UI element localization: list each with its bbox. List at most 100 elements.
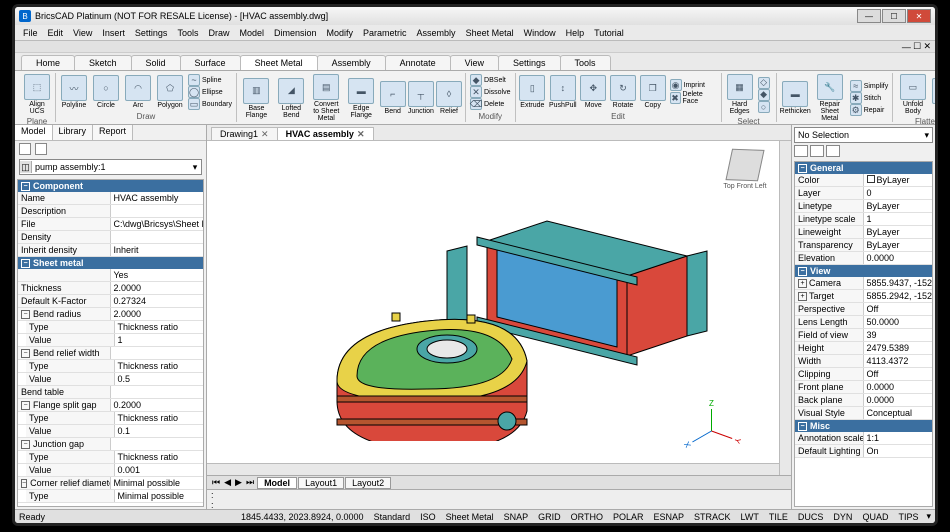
toggle-strack[interactable]: STRACK xyxy=(692,512,733,522)
property-row[interactable]: Height2479.5389 xyxy=(795,342,932,355)
lefttab-library[interactable]: Library xyxy=(53,125,94,140)
lefttab-report[interactable]: Report xyxy=(93,125,133,140)
property-row[interactable]: Visual StyleConceptual xyxy=(795,407,932,420)
property-row[interactable]: Layer0 xyxy=(795,187,932,200)
ribbontab-sketch[interactable]: Sketch xyxy=(74,55,132,70)
horizontal-scrollbar[interactable] xyxy=(207,463,779,475)
menu-dimension[interactable]: Dimension xyxy=(269,28,322,38)
tree-icon[interactable] xyxy=(19,143,31,155)
property-row[interactable]: TypeThickness ratio xyxy=(18,321,203,334)
rsection-view[interactable]: −View xyxy=(795,265,932,277)
toggle-snap[interactable]: SNAP xyxy=(502,512,531,522)
lefttab-model[interactable]: Model xyxy=(15,125,53,140)
ribbontab-sheet-metal[interactable]: Sheet Metal xyxy=(240,55,318,70)
toggle-ducs[interactable]: DUCS xyxy=(796,512,826,522)
ribbon-dissolve[interactable]: ✕Dissolve xyxy=(469,86,511,98)
menu-file[interactable]: File xyxy=(18,28,43,38)
ribbon-repair[interactable]: ⚙Repair xyxy=(849,104,890,116)
property-row[interactable]: ClippingOff xyxy=(795,368,932,381)
ribbon-polyline[interactable]: 〰Polyline xyxy=(59,74,89,110)
ribbontab-home[interactable]: Home xyxy=(21,55,75,70)
ribbon-delete-face[interactable]: ✖Delete Face xyxy=(669,91,718,105)
menu-parametric[interactable]: Parametric xyxy=(358,28,412,38)
layout-nav[interactable]: ▶ xyxy=(233,477,244,488)
property-row[interactable]: TypeThickness ratio xyxy=(18,360,203,373)
property-row[interactable]: Density xyxy=(18,231,203,244)
ribbon-rethicken[interactable]: ▬Rethicken xyxy=(780,80,811,116)
ribbon-arc[interactable]: ◠Arc xyxy=(123,74,153,110)
property-row[interactable]: Value0.1 xyxy=(18,425,203,438)
ribbon-tool[interactable]: ○ xyxy=(757,101,773,113)
ribbon-junction[interactable]: ┬Junction xyxy=(408,80,434,116)
close-tab-icon[interactable]: ✕ xyxy=(357,129,365,139)
toggle-tips[interactable]: TIPS xyxy=(896,512,920,522)
property-row[interactable]: FileC:\dwg\Bricsys\Sheet Met xyxy=(18,218,203,231)
property-row[interactable]: LinetypeByLayer xyxy=(795,200,932,213)
ribbontab-view[interactable]: View xyxy=(450,55,499,70)
menu-settings[interactable]: Settings xyxy=(130,28,173,38)
toggle-esnap[interactable]: ESNAP xyxy=(652,512,687,522)
property-row[interactable]: Bend table xyxy=(18,386,203,399)
ribbon-base-flange[interactable]: ▥Base Flange xyxy=(240,77,273,120)
toggle-ortho[interactable]: ORTHO xyxy=(569,512,605,522)
property-row[interactable]: NameHVAC assembly xyxy=(18,192,203,205)
property-row[interactable]: LineweightByLayer xyxy=(795,226,932,239)
property-row[interactable]: Elevation0.0000 xyxy=(795,252,932,265)
property-row[interactable]: Value0.5 xyxy=(18,373,203,386)
ribbon-circle[interactable]: ○Circle xyxy=(91,74,121,110)
property-row[interactable]: Description xyxy=(18,205,203,218)
property-row[interactable]: −Flange split gap0.2000 xyxy=(18,399,203,412)
doctab-hvac-assembly[interactable]: HVAC assembly✕ xyxy=(277,127,374,140)
property-row[interactable]: −Bend radius2.0000 xyxy=(18,308,203,321)
ribbontab-assembly[interactable]: Assembly xyxy=(317,55,386,70)
property-row[interactable]: TransparencyByLayer xyxy=(795,239,932,252)
ribbon-unfold-body[interactable]: ▭Unfold Body xyxy=(896,73,929,116)
prop-tool-1[interactable] xyxy=(794,145,808,157)
rsection-general[interactable]: −General xyxy=(795,162,932,174)
property-row[interactable]: TypeMinimal possible xyxy=(18,490,203,503)
property-row[interactable]: Back plane0.0000 xyxy=(795,394,932,407)
ribbon-align-ucs[interactable]: ⬚Align UCS xyxy=(22,73,52,116)
toggle-grid[interactable]: GRID xyxy=(536,512,563,522)
menu-assembly[interactable]: Assembly xyxy=(412,28,461,38)
close-tab-icon[interactable]: ✕ xyxy=(261,129,269,139)
prop-tool-3[interactable] xyxy=(826,145,840,157)
section-sheet-metal[interactable]: −Sheet metal xyxy=(18,257,203,269)
ribbon-pushpull[interactable]: ↕PushPull xyxy=(548,74,577,110)
selection-combo[interactable]: No Selection ▾ xyxy=(794,127,933,143)
menu-insert[interactable]: Insert xyxy=(97,28,130,38)
property-row[interactable]: Linetype scale1 xyxy=(795,213,932,226)
ribbon-rotate[interactable]: ↻Rotate xyxy=(609,74,637,110)
ribbon-dbselt[interactable]: ◆DBSelt xyxy=(469,74,511,86)
right-properties[interactable]: −GeneralColorByLayerLayer0LinetypeByLaye… xyxy=(794,161,933,507)
status-field[interactable]: 1845.4433, 2023.8924, 0.0000 xyxy=(239,512,366,522)
ribbontab-tools[interactable]: Tools xyxy=(560,55,611,70)
close-button[interactable]: ✕ xyxy=(907,9,931,23)
menu-edit[interactable]: Edit xyxy=(43,28,69,38)
toggle-tile[interactable]: TILE xyxy=(767,512,790,522)
ribbon-extrude[interactable]: ▯Extrude xyxy=(519,74,547,110)
ribbon-copy[interactable]: ❐Copy xyxy=(639,74,667,110)
property-row[interactable]: Default K-Factor0.27324 xyxy=(18,295,203,308)
doc-minimize[interactable]: — xyxy=(902,42,911,52)
prop-tool-2[interactable] xyxy=(810,145,824,157)
minimize-button[interactable]: — xyxy=(857,9,881,23)
property-row[interactable]: Inherit densityInherit xyxy=(18,244,203,257)
ribbontab-solid[interactable]: Solid xyxy=(131,55,181,70)
viewcube-cube[interactable] xyxy=(725,149,764,181)
menu-modify[interactable]: Modify xyxy=(322,28,359,38)
doctab-drawing1[interactable]: Drawing1✕ xyxy=(211,127,278,140)
property-row[interactable]: +Target5855.2942, -1526.9069,. xyxy=(795,290,932,303)
section-component[interactable]: −Component xyxy=(18,180,203,192)
status-field[interactable]: Standard xyxy=(372,512,413,522)
property-row[interactable]: −Corner relief diameterMinimal possible xyxy=(18,477,203,490)
property-row[interactable]: PerspectiveOff xyxy=(795,303,932,316)
property-row[interactable]: Yes xyxy=(18,269,203,282)
ribbon-polygon[interactable]: ⬠Polygon xyxy=(155,74,185,110)
vertical-scrollbar[interactable] xyxy=(779,141,791,475)
ribbon-lofted-bend[interactable]: ◢Lofted Bend xyxy=(275,77,308,120)
rsection-misc[interactable]: −Misc xyxy=(795,420,932,432)
ribbon-simplify[interactable]: ≈Simplify xyxy=(849,80,890,92)
ribbontab-annotate[interactable]: Annotate xyxy=(385,55,451,70)
layout-model[interactable]: Model xyxy=(257,477,297,489)
